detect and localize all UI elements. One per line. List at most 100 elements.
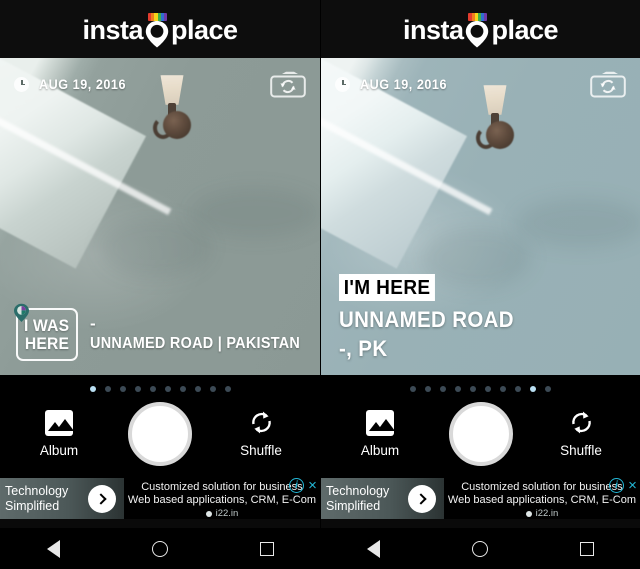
- recents-button[interactable]: [565, 534, 609, 564]
- clock-icon: [335, 76, 350, 92]
- instaplace-logo: insta place: [82, 13, 238, 48]
- chevron-right-icon[interactable]: [87, 484, 116, 513]
- recents-button[interactable]: [245, 534, 289, 564]
- dual-screenshot-comparison: insta place AUG 19, 2016 I WAS HERE - UN…: [0, 0, 640, 569]
- ad-bullet-icon: [205, 510, 212, 517]
- camera-preview-right[interactable]: AUG 19, 2016 I'M HERE UNNAMED ROAD -, PK: [321, 58, 640, 375]
- back-triangle-icon: [366, 539, 380, 558]
- logo-text-place: place: [491, 15, 559, 45]
- home-button[interactable]: [138, 534, 182, 564]
- date-label: AUG 19, 2016: [39, 76, 127, 92]
- wall-shadow: [190, 188, 320, 238]
- page-dots-right[interactable]: [321, 375, 640, 395]
- back-button[interactable]: [351, 534, 395, 564]
- date-label: AUG 19, 2016: [360, 76, 448, 92]
- ad-banner-right[interactable]: Technology Simplified Customized solutio…: [321, 478, 640, 519]
- refresh-cycle-icon: [248, 409, 275, 436]
- ad-brand-block[interactable]: Technology Simplified: [321, 478, 444, 519]
- imhere-tag-wrap: I'M HERE: [339, 274, 527, 301]
- page-dot[interactable]: [179, 386, 186, 392]
- recents-square-icon: [259, 541, 274, 556]
- ad-url-row: i22.in: [128, 508, 316, 519]
- camera-preview-left[interactable]: AUG 19, 2016 I WAS HERE - UNNAMED ROAD |…: [0, 58, 320, 375]
- clock-icon: [14, 76, 29, 92]
- close-icon[interactable]: ×: [625, 478, 640, 493]
- page-dot[interactable]: [425, 386, 431, 392]
- ad-brand-block[interactable]: Technology Simplified: [0, 478, 124, 519]
- info-icon[interactable]: i: [609, 478, 624, 493]
- wall-shadow: [516, 198, 640, 248]
- camera-switch-icon[interactable]: [590, 71, 626, 98]
- wall-shadow: [100, 218, 210, 278]
- camera-controls-left: Album Shuffle: [0, 375, 320, 478]
- shuffle-button[interactable]: Shuffle: [224, 409, 298, 459]
- page-dot[interactable]: [455, 386, 461, 392]
- info-icon[interactable]: i: [289, 478, 304, 493]
- shutter-button[interactable]: [448, 402, 513, 466]
- page-dot[interactable]: [224, 386, 231, 392]
- page-dot[interactable]: [500, 386, 506, 392]
- album-label: Album: [360, 442, 400, 458]
- logo-text-place: place: [170, 15, 238, 45]
- page-dot[interactable]: [119, 386, 126, 392]
- album-button[interactable]: Album: [343, 409, 417, 459]
- ad-bullet-icon: [525, 510, 532, 517]
- page-dot[interactable]: [134, 386, 141, 392]
- ad-controls[interactable]: i ×: [289, 478, 320, 493]
- image-icon: [45, 409, 73, 436]
- badge-line-1: I WAS: [24, 315, 70, 335]
- imhere-watermark: I'M HERE UNNAMED ROAD -, PK: [339, 274, 527, 363]
- ad-copy-block[interactable]: Customized solution for business Web bas…: [123, 478, 320, 519]
- page-dot[interactable]: [410, 386, 416, 392]
- page-dot[interactable]: [440, 386, 446, 392]
- album-button[interactable]: Album: [22, 409, 96, 459]
- android-navigation-bar: [0, 528, 640, 569]
- app-header-right: insta place: [321, 0, 640, 58]
- watermark-line-2: -, PK: [339, 336, 388, 361]
- page-dot[interactable]: [470, 386, 476, 392]
- instaplace-logo: insta place: [402, 13, 559, 48]
- page-dot[interactable]: [545, 386, 551, 392]
- shutter-button[interactable]: [128, 402, 192, 466]
- page-dot[interactable]: [194, 386, 201, 392]
- camera-controls-right: Album Shuffle: [321, 375, 640, 478]
- logo-text-insta: insta: [402, 15, 464, 45]
- ad-headline-1: Customized solution for business: [141, 481, 303, 493]
- shuffle-label: Shuffle: [240, 443, 282, 458]
- ad-headline-1: Customized solution for business: [461, 481, 623, 493]
- album-label: Album: [39, 442, 79, 458]
- refresh-cycle-icon: [568, 409, 595, 436]
- page-dots-left[interactable]: [0, 375, 320, 395]
- ad-banner-left[interactable]: Technology Simplified Customized solutio…: [0, 478, 320, 519]
- camera-switch-icon[interactable]: [270, 71, 306, 98]
- ad-copy-block[interactable]: Customized solution for business Web bas…: [443, 478, 640, 519]
- nav-group-left: [0, 528, 320, 569]
- home-button[interactable]: [458, 534, 502, 564]
- close-icon[interactable]: ×: [305, 478, 320, 493]
- ad-headline-2: Web based applications, CRM, E-Com: [447, 494, 636, 506]
- photo-top-bar-left: AUG 19, 2016: [0, 58, 320, 110]
- control-row-left: Album Shuffle: [0, 395, 320, 473]
- ad-controls[interactable]: i ×: [609, 478, 640, 493]
- watermark-dash: -: [90, 314, 96, 333]
- page-dot[interactable]: [149, 386, 156, 392]
- imhere-tag: I'M HERE: [339, 274, 436, 301]
- ad-url: i22.in: [535, 508, 559, 519]
- page-dot[interactable]: [209, 386, 216, 392]
- page-dot[interactable]: [164, 386, 171, 392]
- home-circle-icon: [471, 540, 488, 557]
- iwashere-watermark: I WAS HERE - UNNAMED ROAD | PAKISTAN: [14, 303, 316, 361]
- shuffle-label: Shuffle: [560, 443, 602, 458]
- page-dot[interactable]: [104, 386, 111, 392]
- badge-line-2: HERE: [24, 333, 70, 353]
- page-dot[interactable]: [515, 386, 521, 392]
- ad-headline-2: Web based applications, CRM, E-Com: [127, 494, 316, 506]
- page-dot[interactable]: [485, 386, 491, 392]
- shuffle-button[interactable]: Shuffle: [544, 409, 618, 459]
- chevron-right-icon[interactable]: [407, 484, 436, 513]
- back-button[interactable]: [31, 534, 75, 564]
- page-dot[interactable]: [89, 386, 96, 392]
- control-row-right: Album Shuffle: [321, 395, 640, 473]
- back-triangle-icon: [46, 539, 60, 558]
- page-dot[interactable]: [530, 386, 536, 392]
